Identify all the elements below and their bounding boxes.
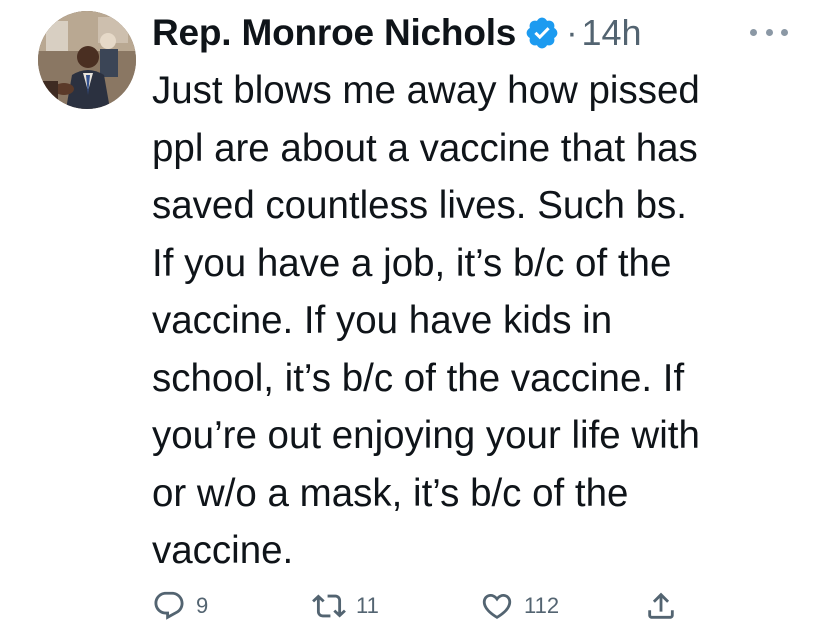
avatar[interactable] xyxy=(38,11,136,109)
retweet-count: 11 xyxy=(356,593,379,618)
tweet-header: Rep. Monroe Nichols · 14h xyxy=(152,6,642,60)
reply-button[interactable]: 9 xyxy=(152,584,208,628)
share-button[interactable] xyxy=(644,584,678,628)
more-dot xyxy=(750,28,757,36)
tweet-text-line: saved countless lives. Such bs. xyxy=(152,184,687,227)
tweet-text-line: or w/o a mask, it’s b/c of the xyxy=(152,471,629,515)
verified-badge-icon xyxy=(524,15,560,51)
timestamp[interactable]: 14h xyxy=(582,12,642,54)
like-count: 112 xyxy=(524,593,560,618)
tweet-text-line: vaccine. If you have kids in xyxy=(152,299,613,342)
retweet-button[interactable]: 11 xyxy=(312,584,379,628)
tweet-text-line: school, it’s b/c of the vaccine. If xyxy=(152,356,685,400)
reply-bubble-icon xyxy=(152,589,186,623)
tweet-text: Just blows me away how pissed ppl are ab… xyxy=(152,62,812,580)
author-name[interactable]: Rep. Monroe Nichols xyxy=(152,12,516,54)
more-dots-icon[interactable] xyxy=(750,22,788,42)
tweet[interactable]: Rep. Monroe Nichols · 14h Just blows me … xyxy=(0,0,828,636)
more-dot xyxy=(781,28,788,36)
share-upload-icon xyxy=(644,589,678,623)
action-bar: 9 11 112 xyxy=(152,584,692,628)
heart-icon xyxy=(480,589,514,623)
reply-count: 9 xyxy=(196,593,209,618)
tweet-text-line: you’re out enjoying your life with xyxy=(152,414,700,457)
more-dot xyxy=(765,28,773,36)
separator-dot: · xyxy=(566,13,578,52)
like-button[interactable]: 112 xyxy=(480,584,559,628)
tweet-text-line: vaccine. xyxy=(152,529,294,572)
retweet-icon xyxy=(312,589,346,623)
tweet-text-line: Just blows me away how pissed xyxy=(152,69,700,112)
avatar-photo xyxy=(38,11,136,109)
tweet-text-line: If you have a job, it’s b/c of the xyxy=(152,241,672,285)
tweet-text-line: ppl are about a vaccine that has xyxy=(152,126,698,170)
